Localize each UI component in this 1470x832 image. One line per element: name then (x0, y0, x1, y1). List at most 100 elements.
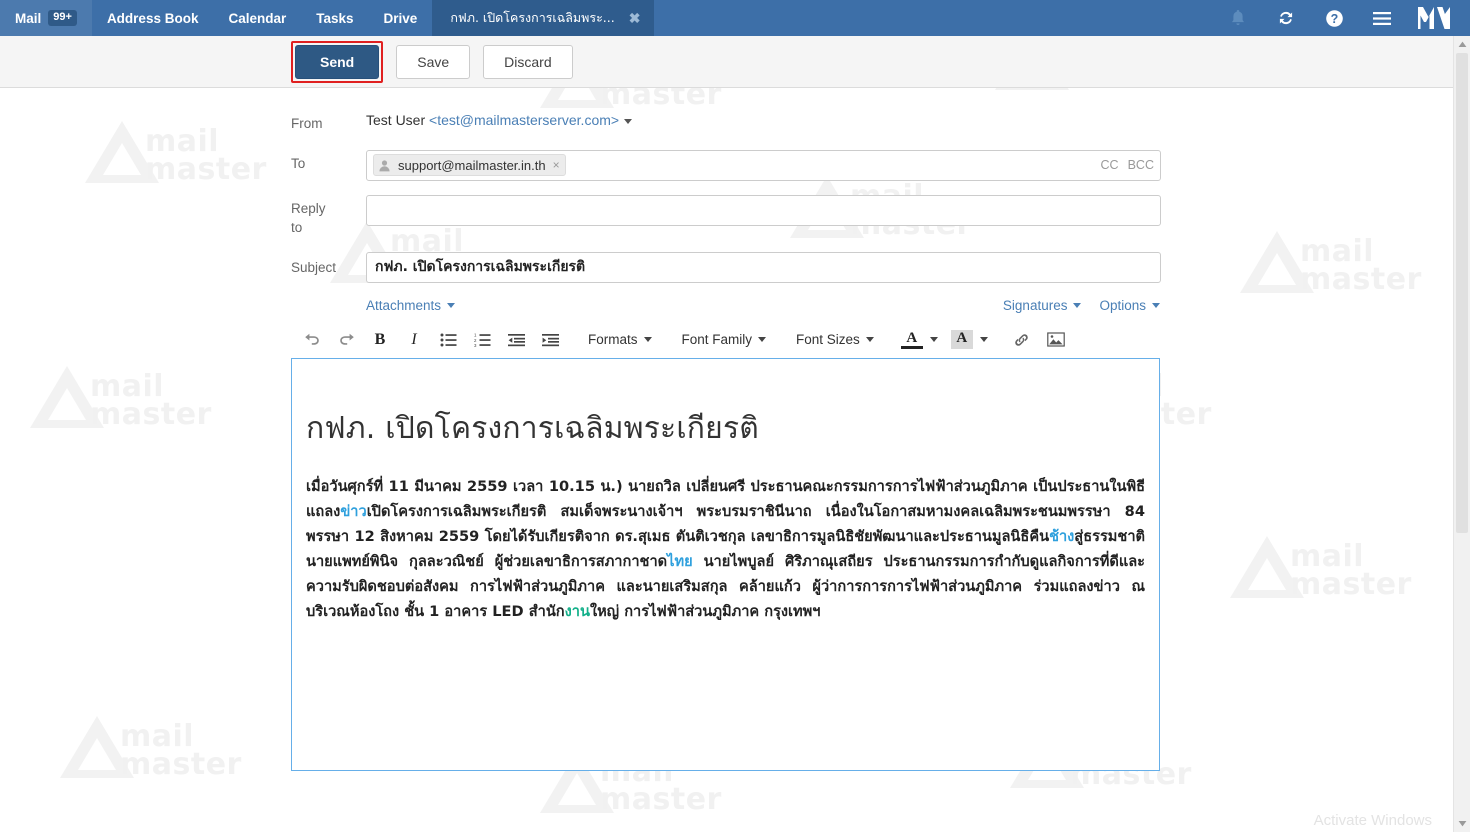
windows-activation-watermark: Activate Windows (1314, 812, 1432, 830)
hamburger-menu-icon[interactable] (1358, 0, 1406, 36)
save-button[interactable]: Save (396, 44, 471, 79)
text-color-dropdown[interactable] (923, 337, 945, 343)
subject-row: Subject กฟภ. เปิดโครงการเฉลิมพระเกียรติ (0, 251, 1470, 283)
recipient-chip[interactable]: support@mailmaster.in.th × (373, 154, 566, 177)
compose-action-toolbar: Send Save Discard (0, 36, 1470, 88)
from-selector[interactable]: Test User <test@mailmasterserver.com> (366, 110, 633, 128)
bcc-toggle[interactable]: BCC (1128, 158, 1154, 172)
font-family-label: Font Family (681, 332, 753, 348)
formats-label: Formats (588, 332, 638, 348)
background-color-dropdown[interactable] (973, 337, 995, 343)
italic-glyph: I (411, 330, 417, 348)
options-menu[interactable]: Options (1099, 298, 1160, 313)
to-input[interactable]: support@mailmaster.in.th × CC BCC (366, 149, 1161, 181)
close-icon[interactable]: ✖ (629, 11, 641, 25)
nav-item-address-book[interactable]: Address Book (92, 0, 214, 36)
top-navigation-bar: Mail 99+ Address Book Calendar Tasks Dri… (0, 0, 1470, 36)
mailmaster-logo[interactable] (1406, 0, 1462, 36)
rich-text-editor: B I 123 Formats Font Family Font Sizes A (0, 322, 1470, 771)
nav-item-mail[interactable]: Mail 99+ (0, 0, 92, 36)
from-row: From Test User <test@mailmasterserver.co… (0, 110, 1470, 134)
nav-label: Calendar (228, 10, 287, 26)
subject-value: กฟภ. เปิดโครงการเฉลิมพระเกียรติ (375, 259, 586, 276)
outdent-icon[interactable] (499, 325, 533, 355)
bold-glyph: B (374, 330, 386, 348)
to-row: To support@mailmaster.in.th × CC BCC (0, 149, 1470, 181)
email-body-editor[interactable]: กฟภ. เปิดโครงการเฉลิมพระเกียรติ เมื่อวัน… (291, 357, 1160, 771)
subject-field: กฟภ. เปิดโครงการเฉลิมพระเกียรติ (366, 251, 1161, 283)
bullet-list-icon[interactable] (431, 325, 465, 355)
compose-options-row: Attachments Signatures Options (0, 298, 1160, 313)
nav-item-calendar[interactable]: Calendar (213, 0, 301, 36)
body-inline-link[interactable]: งาน (565, 603, 590, 620)
chevron-down-icon (758, 337, 767, 343)
link-icon[interactable] (1005, 325, 1039, 355)
body-inline-link[interactable]: ช้าง (1049, 528, 1074, 545)
numbered-list-icon[interactable]: 123 (465, 325, 499, 355)
cc-bcc-group: CC BCC (1101, 158, 1154, 172)
scrollbar-thumb[interactable] (1456, 53, 1468, 533)
reply-to-label-line2: to (291, 220, 303, 236)
formats-dropdown[interactable]: Formats (581, 325, 659, 355)
nav-label: Tasks (316, 10, 354, 26)
compose-tab-label: กฟภ. เปิดโครงการเฉลิมพระ... (450, 10, 615, 25)
from-field: Test User <test@mailmasterserver.com> (366, 110, 1161, 130)
send-button[interactable]: Send (295, 44, 380, 79)
body-inline-link[interactable]: ไทย (667, 553, 693, 570)
from-display-name: Test User (366, 112, 430, 128)
attachments-label: Attachments (366, 297, 442, 313)
options-label: Options (1099, 297, 1146, 313)
text-color-button[interactable]: A (900, 325, 923, 355)
background-color-button[interactable]: A (950, 325, 973, 355)
topbar-icon-group: ? (1214, 0, 1470, 36)
reply-to-input[interactable] (366, 194, 1161, 226)
help-icon[interactable]: ? (1310, 0, 1358, 36)
signatures-menu[interactable]: Signatures (1003, 298, 1082, 313)
from-email: <test@mailmasterserver.com> (429, 112, 620, 128)
page-scrollbar[interactable] (1453, 36, 1470, 832)
primary-nav: Mail 99+ Address Book Calendar Tasks Dri… (0, 0, 432, 36)
nav-item-tasks[interactable]: Tasks (301, 0, 368, 36)
chevron-down-icon (979, 337, 988, 343)
reply-to-label-line1: Reply (291, 200, 326, 216)
chevron-down-icon (929, 337, 938, 343)
svg-text:3: 3 (474, 342, 477, 346)
subject-input[interactable]: กฟภ. เปิดโครงการเฉลิมพระเกียรติ (366, 251, 1161, 283)
attachments-menu[interactable]: Attachments (366, 297, 456, 313)
image-icon[interactable] (1039, 325, 1073, 355)
subject-label: Subject (291, 259, 337, 275)
reply-to-label: Reply to (291, 195, 366, 238)
refresh-icon[interactable] (1262, 0, 1310, 36)
scroll-down-icon[interactable] (1454, 815, 1470, 832)
recipient-email: support@mailmaster.in.th (398, 157, 546, 173)
bold-button[interactable]: B (363, 325, 397, 355)
compose-tab[interactable]: กฟภ. เปิดโครงการเฉลิมพระ... ✖ (432, 0, 655, 36)
bell-icon[interactable] (1214, 0, 1262, 36)
font-sizes-label: Font Sizes (796, 332, 860, 348)
unread-count-badge: 99+ (48, 10, 77, 26)
chevron-down-icon (643, 337, 652, 343)
cc-toggle[interactable]: CC (1101, 158, 1119, 172)
email-body-paragraph: เมื่อวันศุกร์ที่ 11 มีนาคม 2559 เวลา 10.… (306, 477, 1146, 621)
svg-text:?: ? (1330, 12, 1338, 26)
signatures-label: Signatures (1002, 297, 1068, 313)
redo-icon[interactable] (329, 325, 363, 355)
text-color-glyph: A (900, 330, 923, 350)
chevron-down-icon (624, 118, 633, 124)
font-family-dropdown[interactable]: Font Family (675, 325, 774, 355)
chevron-down-icon (447, 302, 456, 308)
body-inline-link[interactable]: ข่าว (340, 503, 366, 520)
undo-icon[interactable] (295, 325, 329, 355)
scroll-up-icon[interactable] (1454, 36, 1470, 53)
nav-item-drive[interactable]: Drive (369, 0, 433, 36)
discard-button[interactable]: Discard (483, 44, 573, 79)
reply-to-field (366, 194, 1161, 226)
indent-icon[interactable] (533, 325, 567, 355)
nav-label: Drive (383, 10, 418, 26)
email-heading: กฟภ. เปิดโครงการเฉลิมพระเกียรติ (306, 410, 759, 446)
remove-recipient-icon[interactable]: × (553, 159, 560, 171)
font-sizes-dropdown[interactable]: Font Sizes (789, 325, 881, 355)
italic-button[interactable]: I (397, 325, 431, 355)
background-color-glyph: A (950, 330, 973, 350)
nav-label: Address Book (106, 10, 199, 26)
